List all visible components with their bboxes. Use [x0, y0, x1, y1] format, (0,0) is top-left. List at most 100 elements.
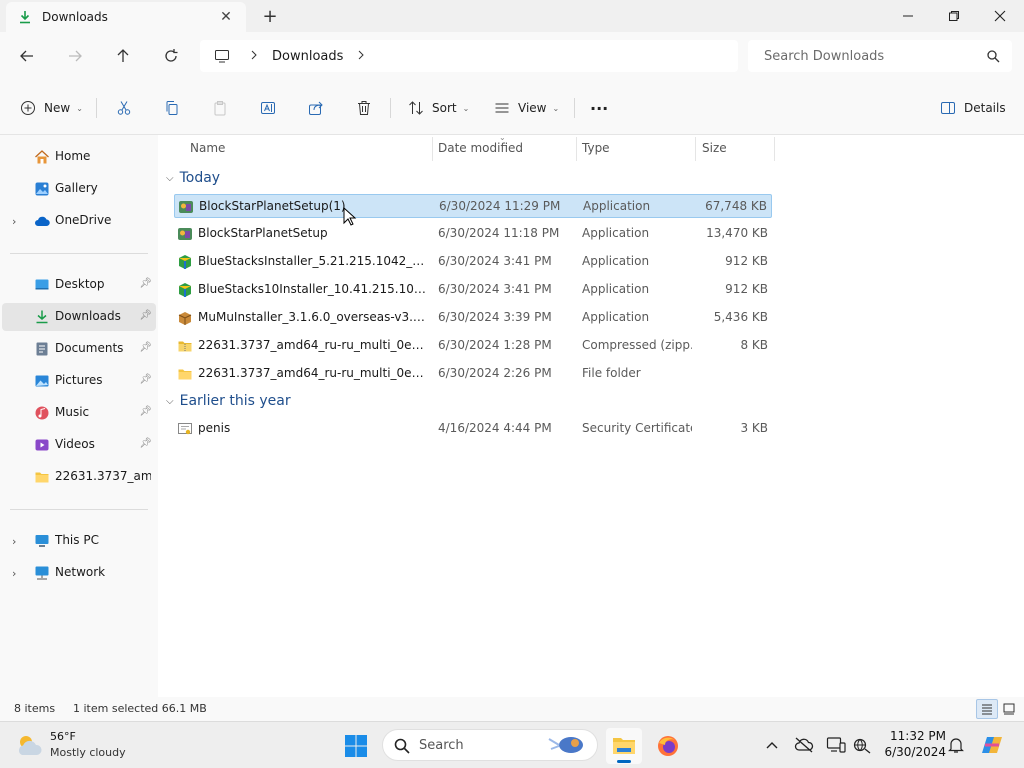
mouse-cursor-icon [343, 207, 357, 226]
maximize-button[interactable] [931, 0, 977, 32]
details-view-button[interactable] [976, 699, 998, 719]
new-button[interactable]: New ⌄ [20, 95, 83, 121]
onedrive-tray[interactable] [792, 732, 816, 758]
sort-button[interactable]: Sort ⌄ [408, 95, 469, 121]
cloud-icon [35, 216, 50, 226]
pin-icon[interactable]: 📌︎ [139, 342, 152, 353]
sidebar-item-home[interactable]: Home [2, 143, 156, 171]
display-tray[interactable] [824, 732, 848, 758]
clock-date: 6/30/2024 [884, 745, 946, 759]
group-label: Earlier this year [179, 393, 291, 409]
copilot-button[interactable] [978, 732, 1006, 758]
file-row[interactable]: 22631.3737_amd64_ru-ru_multi_0e16a39c...… [174, 362, 772, 386]
file-row[interactable]: penis 4/16/2024 4:44 PM Security Certifi… [174, 417, 772, 441]
breadcrumb-downloads[interactable]: Downloads [272, 49, 343, 64]
sidebar-divider [10, 253, 148, 254]
breadcrumb[interactable]: Downloads [200, 40, 738, 72]
forward-button[interactable] [63, 44, 87, 68]
more-options-button[interactable]: ··· [590, 95, 608, 121]
sidebar-item-pictures[interactable]: Pictures 📌︎ [2, 367, 156, 395]
column-divider[interactable] [576, 137, 577, 161]
file-row[interactable]: BlueStacks10Installer_10.41.215.1007_nat… [174, 278, 772, 302]
pin-icon[interactable]: 📌︎ [139, 406, 152, 417]
sidebar-item-music[interactable]: Music 📌︎ [2, 399, 156, 427]
minimize-button[interactable] [885, 0, 931, 32]
delete-button[interactable] [356, 95, 372, 121]
sidebar-item-gallery[interactable]: Gallery [2, 175, 156, 203]
app-installer-icon [179, 201, 193, 213]
cloudy-weather-icon [18, 736, 42, 755]
column-header-date[interactable]: Date modified [438, 135, 523, 161]
column-divider[interactable] [695, 137, 696, 161]
sidebar-item-downloads[interactable]: Downloads 📌︎ [2, 303, 156, 331]
details-button[interactable]: Details [940, 95, 1006, 121]
file-name: penis [198, 421, 231, 435]
show-hidden-icons-button[interactable] [760, 732, 784, 758]
file-row[interactable]: BlockStarPlanetSetup(1) 6/30/2024 11:29 … [174, 194, 772, 218]
column-header-name[interactable]: Name [190, 135, 225, 161]
chevron-right-icon[interactable] [357, 49, 365, 63]
start-button[interactable] [338, 728, 374, 764]
weather-widget[interactable]: 56°F Mostly cloudy [14, 729, 154, 763]
copy-button[interactable] [164, 95, 180, 121]
taskbar-firefox[interactable] [650, 728, 686, 764]
chevron-right-icon[interactable]: › [12, 567, 16, 580]
close-button[interactable] [977, 0, 1023, 32]
sidebar-item-videos[interactable]: Videos 📌︎ [2, 431, 156, 459]
file-type: Application [582, 310, 650, 324]
sidebar-item-folder[interactable]: 22631.3737_amd64_ [2, 463, 156, 491]
tab-close-icon[interactable]: ✕ [218, 9, 234, 25]
file-row[interactable]: 22631.3737_amd64_ru-ru_multi_0e16a39c...… [174, 334, 772, 358]
search-box[interactable] [748, 40, 1012, 72]
rename-button[interactable] [260, 95, 276, 121]
taskbar-file-explorer[interactable] [606, 728, 642, 764]
column-header-size[interactable]: Size [702, 135, 727, 161]
sidebar-item-onedrive[interactable]: › OneDrive [2, 207, 156, 235]
sidebar-item-this-pc[interactable]: › This PC [2, 527, 156, 555]
tab-downloads[interactable]: Downloads ✕ [6, 2, 246, 32]
tiles-view-button[interactable] [998, 699, 1020, 719]
search-input[interactable] [764, 48, 974, 64]
pin-icon[interactable]: 📌︎ [139, 278, 152, 289]
group-header-earlier[interactable]: ⌵ Earlier this year [166, 390, 291, 412]
group-header-today[interactable]: ⌵ Today [166, 167, 220, 189]
back-button[interactable] [15, 44, 39, 68]
file-size: 67,748 KB [705, 199, 767, 213]
file-explorer-icon [613, 738, 635, 754]
pin-icon[interactable]: 📌︎ [139, 438, 152, 449]
clock[interactable]: 11:32 PM 6/30/2024 [876, 728, 946, 760]
file-row[interactable]: BlueStacksInstaller_5.21.215.1042_native… [174, 250, 772, 274]
file-date: 4/16/2024 4:44 PM [438, 421, 552, 435]
chevron-right-icon [250, 49, 258, 63]
file-name: 22631.3737_amd64_ru-ru_multi_0e16a39c... [198, 338, 430, 352]
pin-icon[interactable]: 📌︎ [139, 310, 152, 321]
sidebar-item-label: 22631.3737_amd64_ [55, 469, 151, 483]
up-button[interactable] [111, 44, 135, 68]
column-divider[interactable] [432, 137, 433, 161]
music-icon [35, 406, 49, 420]
pin-icon[interactable]: 📌︎ [139, 374, 152, 385]
chevron-right-icon[interactable]: › [12, 535, 16, 548]
new-tab-button[interactable]: + [260, 6, 280, 27]
notifications-button[interactable] [944, 732, 968, 758]
details-view-icon [982, 704, 992, 715]
toolbar-divider [96, 98, 97, 118]
minimize-icon [903, 15, 913, 17]
network-tray[interactable] [850, 732, 874, 758]
column-divider[interactable] [774, 137, 775, 161]
column-header-type[interactable]: Type [582, 135, 610, 161]
sidebar-item-documents[interactable]: Documents 📌︎ [2, 335, 156, 363]
share-icon [309, 101, 323, 115]
view-button[interactable]: View ⌄ [494, 95, 559, 121]
sidebar-item-network[interactable]: › Network [2, 559, 156, 587]
file-type: Application [583, 199, 651, 213]
file-row[interactable]: BlockStarPlanetSetup 6/30/2024 11:18 PM … [174, 222, 772, 246]
sidebar-item-desktop[interactable]: Desktop 📌︎ [2, 271, 156, 299]
share-button[interactable] [308, 95, 324, 121]
paste-button[interactable] [212, 95, 228, 121]
file-row[interactable]: MuMuInstaller_3.1.6.0_overseas-v3.8.3.26… [174, 306, 772, 330]
taskbar-search[interactable]: Search [382, 729, 598, 761]
chevron-right-icon[interactable]: › [12, 215, 16, 228]
refresh-button[interactable] [159, 44, 183, 68]
cut-button[interactable] [116, 95, 132, 121]
